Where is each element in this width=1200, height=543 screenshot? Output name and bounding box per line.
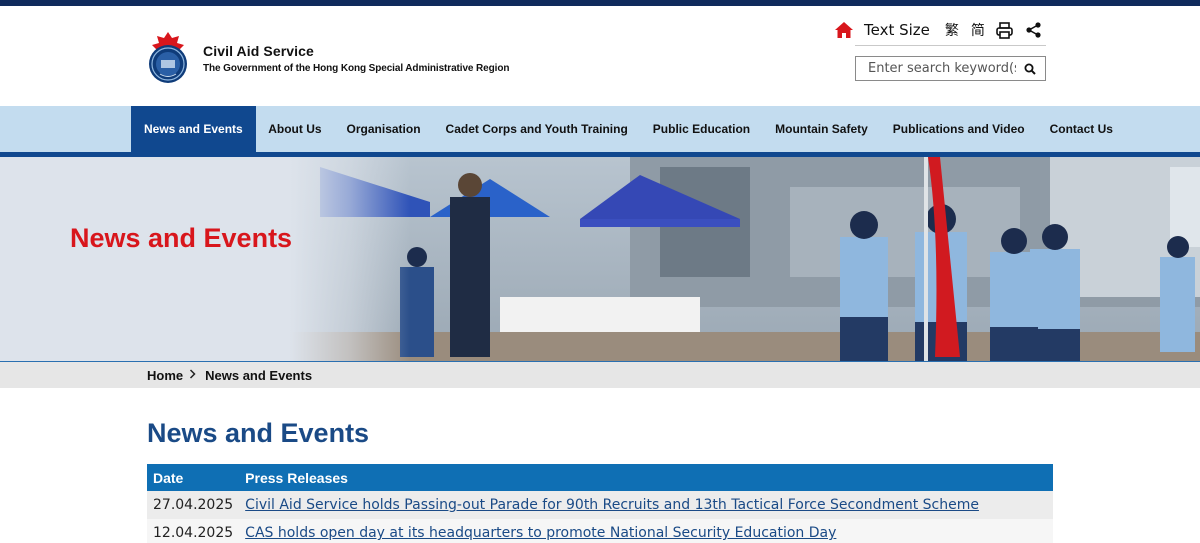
breadcrumb-current: News and Events: [205, 368, 313, 383]
brand-block[interactable]: Civil Aid Service The Government of the …: [203, 43, 509, 74]
nav-item-contact-us[interactable]: Contact Us: [1037, 106, 1125, 152]
text-size-button[interactable]: Text Size: [864, 18, 930, 42]
utility-bar: Text Size 繁 简: [832, 17, 1043, 43]
search-input[interactable]: [856, 57, 1016, 80]
site-header: Civil Aid Service The Government of the …: [0, 6, 1200, 106]
parade-banner-image: [290, 157, 1200, 362]
cas-emblem-icon[interactable]: [146, 30, 190, 84]
lang-traditional-link[interactable]: 繁: [945, 18, 959, 42]
page-banner: News and Events: [0, 157, 1200, 362]
row-date: 27.04.2025: [147, 491, 240, 519]
chevron-right-icon: [189, 369, 196, 382]
breadcrumb-trail: Home News and Events: [147, 368, 312, 383]
search-icon[interactable]: [1016, 57, 1044, 80]
nav-item-publications[interactable]: Publications and Video: [880, 106, 1037, 152]
column-header-press-releases: Press Releases: [239, 464, 1053, 491]
table-header-row: Date Press Releases: [147, 464, 1053, 491]
org-subtitle: The Government of the Hong Kong Special …: [203, 63, 510, 74]
breadcrumb-home[interactable]: Home: [147, 368, 183, 383]
breadcrumb: Home News and Events: [0, 362, 1200, 388]
print-icon[interactable]: [994, 18, 1016, 42]
nav-item-cadet-corps[interactable]: Cadet Corps and Youth Training: [433, 106, 640, 152]
home-icon[interactable]: [832, 18, 856, 42]
search-box: [855, 56, 1046, 81]
utility-divider: [855, 45, 1046, 46]
press-release-table: Date Press Releases 27.04.2025 Civil Aid…: [147, 464, 1053, 543]
nav-item-news-and-events[interactable]: News and Events: [131, 106, 256, 152]
column-header-date: Date: [147, 464, 240, 491]
press-release-link[interactable]: Civil Aid Service holds Passing-out Para…: [245, 497, 979, 513]
nav-item-public-education[interactable]: Public Education: [640, 106, 762, 152]
nav-item-mountain-safety[interactable]: Mountain Safety: [763, 106, 881, 152]
nav-item-organisation[interactable]: Organisation: [334, 106, 433, 152]
page-title: News and Events: [147, 418, 370, 448]
table-row: 27.04.2025 Civil Aid Service holds Passi…: [147, 491, 1053, 519]
org-name: Civil Aid Service: [203, 43, 314, 59]
nav-list: News and Events About Us Organisation Ca…: [131, 106, 1125, 152]
press-release-link[interactable]: CAS holds open day at its headquarters t…: [245, 525, 836, 541]
row-title-cell: CAS holds open day at its headquarters t…: [239, 519, 1053, 543]
share-icon[interactable]: [1025, 18, 1043, 42]
banner-fade-overlay: [290, 157, 410, 362]
nav-item-about-us[interactable]: About Us: [256, 106, 334, 152]
table-row: 12.04.2025 CAS holds open day at its hea…: [147, 519, 1053, 543]
row-date: 12.04.2025: [147, 519, 240, 543]
banner-title: News and Events: [70, 223, 293, 253]
row-title-cell: Civil Aid Service holds Passing-out Para…: [239, 491, 1053, 519]
lang-simplified-link[interactable]: 简: [971, 18, 985, 42]
main-nav: News and Events About Us Organisation Ca…: [0, 106, 1200, 152]
